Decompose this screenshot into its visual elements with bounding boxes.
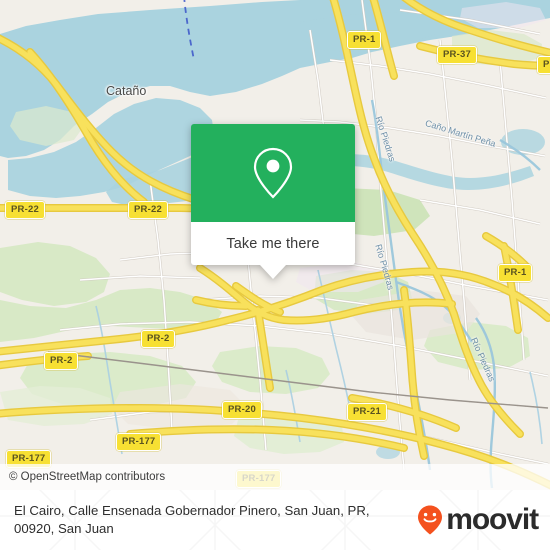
moovit-brand: moovit bbox=[417, 503, 539, 536]
road-shield-pr-1-east[interactable]: PR-1 bbox=[498, 264, 533, 282]
map-pin-icon bbox=[253, 147, 293, 199]
road-shield-pr-2-upper[interactable]: PR-2 bbox=[141, 330, 176, 348]
road-shield-pr-1-edge[interactable]: PR-1 bbox=[537, 56, 550, 74]
take-me-there-button[interactable]: Take me there bbox=[191, 222, 355, 279]
popup-tail bbox=[260, 265, 286, 279]
road-shield-pr-20[interactable]: PR-20 bbox=[222, 401, 262, 419]
road-shield-pr-37[interactable]: PR-37 bbox=[437, 46, 477, 64]
take-me-there-label: Take me there bbox=[226, 235, 320, 252]
popup-header bbox=[191, 124, 355, 222]
moovit-smile-pin-icon bbox=[418, 505, 443, 535]
road-shield-pr-2-lower[interactable]: PR-2 bbox=[44, 352, 79, 370]
footer-bar: El Cairo, Calle Ensenada Gobernador Pine… bbox=[0, 490, 550, 550]
map-canvas[interactable]: Cataño Río Piedras Caño Martín Peña Río … bbox=[0, 0, 550, 490]
place-label-catano: Cataño bbox=[106, 84, 147, 98]
map-screenshot-page: Cataño Río Piedras Caño Martín Peña Río … bbox=[0, 0, 550, 550]
location-address: El Cairo, Calle Ensenada Gobernador Pine… bbox=[14, 503, 370, 536]
location-popup-card[interactable]: Take me there bbox=[191, 124, 355, 279]
attribution-text: © OpenStreetMap contributors bbox=[9, 471, 166, 483]
attribution-bar: © OpenStreetMap contributors bbox=[0, 464, 550, 490]
road-shield-pr-177-mid[interactable]: PR-177 bbox=[116, 433, 162, 451]
road-shield-pr-22-right[interactable]: PR-22 bbox=[128, 201, 168, 219]
moovit-wordmark: moovit bbox=[446, 503, 539, 536]
road-shield-pr-22-left[interactable]: PR-22 bbox=[5, 201, 45, 219]
road-shield-pr-21[interactable]: PR-21 bbox=[347, 403, 387, 421]
road-shield-pr-1-north[interactable]: PR-1 bbox=[347, 31, 382, 49]
